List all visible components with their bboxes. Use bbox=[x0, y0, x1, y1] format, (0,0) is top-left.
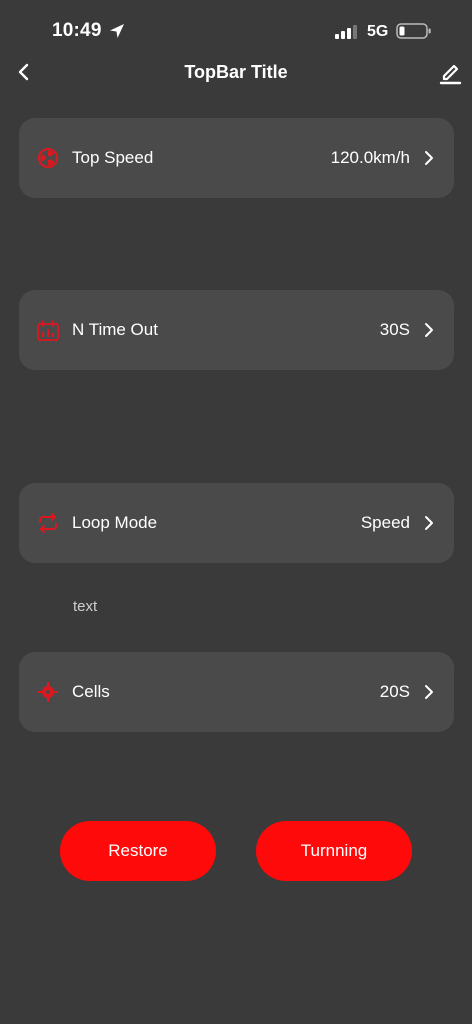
setting-label: Top Speed bbox=[72, 148, 154, 167]
page-title: TopBar Title bbox=[184, 62, 288, 82]
setting-value: 30S bbox=[379, 320, 410, 339]
chevron-right-icon bbox=[425, 516, 433, 530]
setting-value: 20S bbox=[379, 682, 410, 701]
setting-cells[interactable]: Cells 20S bbox=[19, 652, 454, 732]
edit-button[interactable] bbox=[436, 58, 464, 86]
setting-label: Cells bbox=[72, 682, 110, 701]
helper-text: text bbox=[73, 598, 98, 615]
setting-loop-mode[interactable]: Loop Mode Speed bbox=[19, 483, 454, 563]
setting-label: Loop Mode bbox=[72, 513, 158, 532]
timer-chart-icon bbox=[37, 320, 59, 341]
chevron-right-icon bbox=[425, 685, 433, 699]
signal-bars-icon bbox=[335, 25, 357, 39]
chevron-right-icon bbox=[425, 323, 433, 337]
status-time: 10:49 bbox=[52, 20, 102, 41]
network-type: 5G bbox=[367, 23, 389, 40]
loop-icon bbox=[39, 513, 57, 533]
restore-button[interactable]: Restore bbox=[60, 821, 216, 881]
setting-n-time-out[interactable]: N Time Out 30S bbox=[19, 290, 454, 370]
speed-fan-icon bbox=[38, 148, 58, 168]
status-bar: 10:49 5G bbox=[0, 0, 472, 60]
turning-button[interactable]: Turnning bbox=[256, 821, 412, 881]
battery-icon bbox=[396, 23, 431, 39]
crosshair-icon bbox=[38, 682, 58, 702]
setting-top-speed[interactable]: Top Speed 120.0km/h bbox=[19, 118, 454, 198]
setting-value: Speed bbox=[360, 513, 410, 532]
setting-label: N Time Out bbox=[72, 320, 158, 339]
location-arrow-icon bbox=[110, 24, 124, 38]
screen: 10:49 5G TopBar Title Top Speed 120.0km/… bbox=[0, 0, 472, 1024]
pencil-icon bbox=[439, 64, 462, 85]
top-bar: TopBar Title bbox=[0, 52, 472, 94]
setting-value: 120.0km/h bbox=[330, 148, 410, 167]
chevron-right-icon bbox=[425, 151, 433, 165]
